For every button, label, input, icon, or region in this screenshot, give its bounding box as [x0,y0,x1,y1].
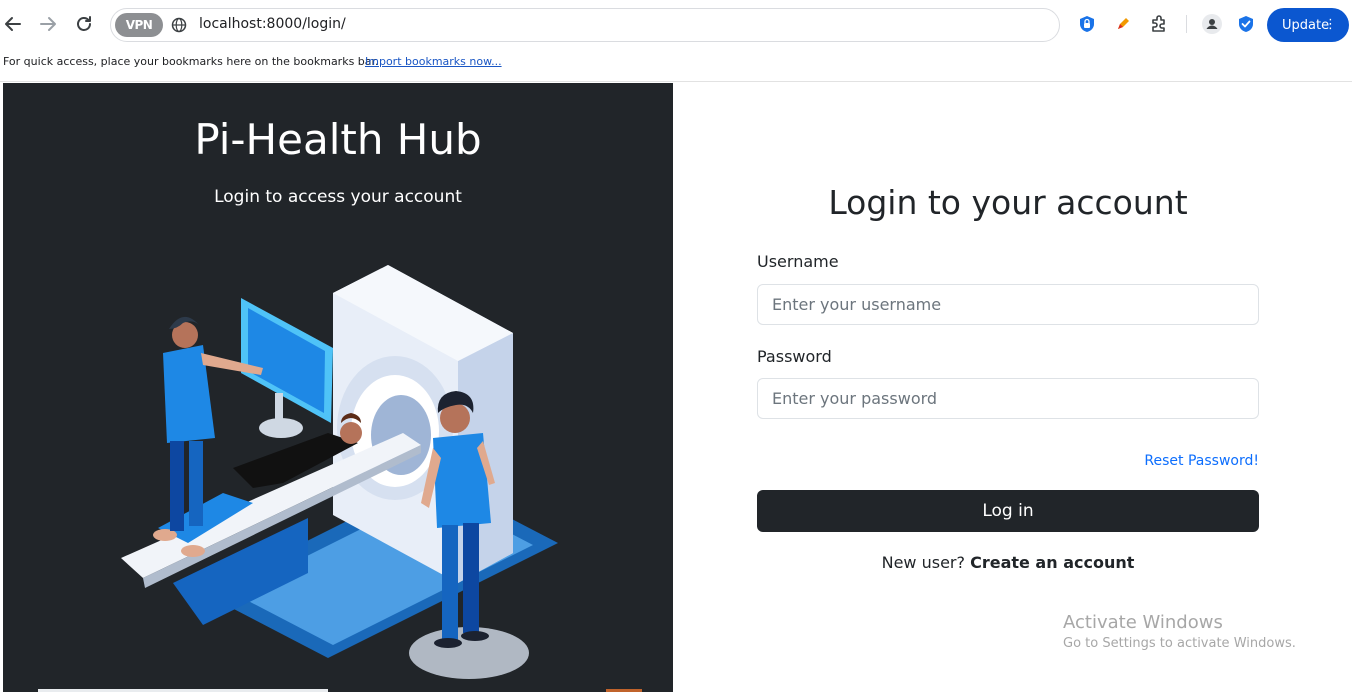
signup-prompt: New user? Create an account [673,553,1343,572]
more-vertical-icon: ⋮ [1324,17,1337,32]
password-input[interactable] [757,378,1259,419]
login-button[interactable]: Log in [757,490,1259,532]
activate-windows-title: Activate Windows [1063,612,1223,633]
profile-avatar-icon[interactable] [1201,13,1223,35]
toolbar-divider [1186,15,1187,33]
login-heading: Login to your account [828,183,1188,222]
update-label: Update [1282,17,1330,33]
address-bar[interactable]: VPN localhost:8000/login/ [110,8,1060,42]
update-button[interactable]: Update ⋮ [1267,8,1349,42]
mri-scan-illustration [121,265,558,679]
url-text[interactable]: localhost:8000/login/ [199,16,346,32]
windows-activation-watermark: Activate Windows Go to Settings to activ… [1063,612,1296,651]
brand-subtitle: Login to access your account [214,187,462,207]
new-user-text: New user? [881,553,965,572]
security-shield-icon[interactable] [1235,13,1257,35]
pencil-extension-icon[interactable] [1112,13,1134,35]
bookmarks-bar: For quick access, place your bookmarks h… [0,50,1352,82]
import-bookmarks-link[interactable]: Import bookmarks now... [365,55,502,68]
bookmarks-hint: For quick access, place your bookmarks h… [3,55,379,68]
shield-lock-icon[interactable] [1076,13,1098,35]
username-label: Username [757,252,839,271]
username-input[interactable] [757,284,1259,325]
back-arrow-icon[interactable] [0,11,26,37]
hero-panel: Pi-Health Hub Login to access your accou… [3,83,673,692]
reset-password-link[interactable]: Reset Password! [1144,453,1259,469]
forward-arrow-icon[interactable] [35,11,61,37]
activate-windows-hint: Go to Settings to activate Windows. [1063,636,1296,651]
password-label: Password [757,347,832,366]
vpn-badge[interactable]: VPN [115,13,163,37]
globe-icon [171,17,187,33]
login-panel: Login to your account Username Password … [673,83,1352,692]
reload-icon[interactable] [71,11,97,37]
create-account-link[interactable]: Create an account [970,553,1134,572]
extensions-puzzle-icon[interactable] [1148,13,1170,35]
browser-toolbar: VPN localhost:8000/login/ Update ⋮ [0,0,1352,50]
brand-title: Pi-Health Hub [194,115,482,164]
